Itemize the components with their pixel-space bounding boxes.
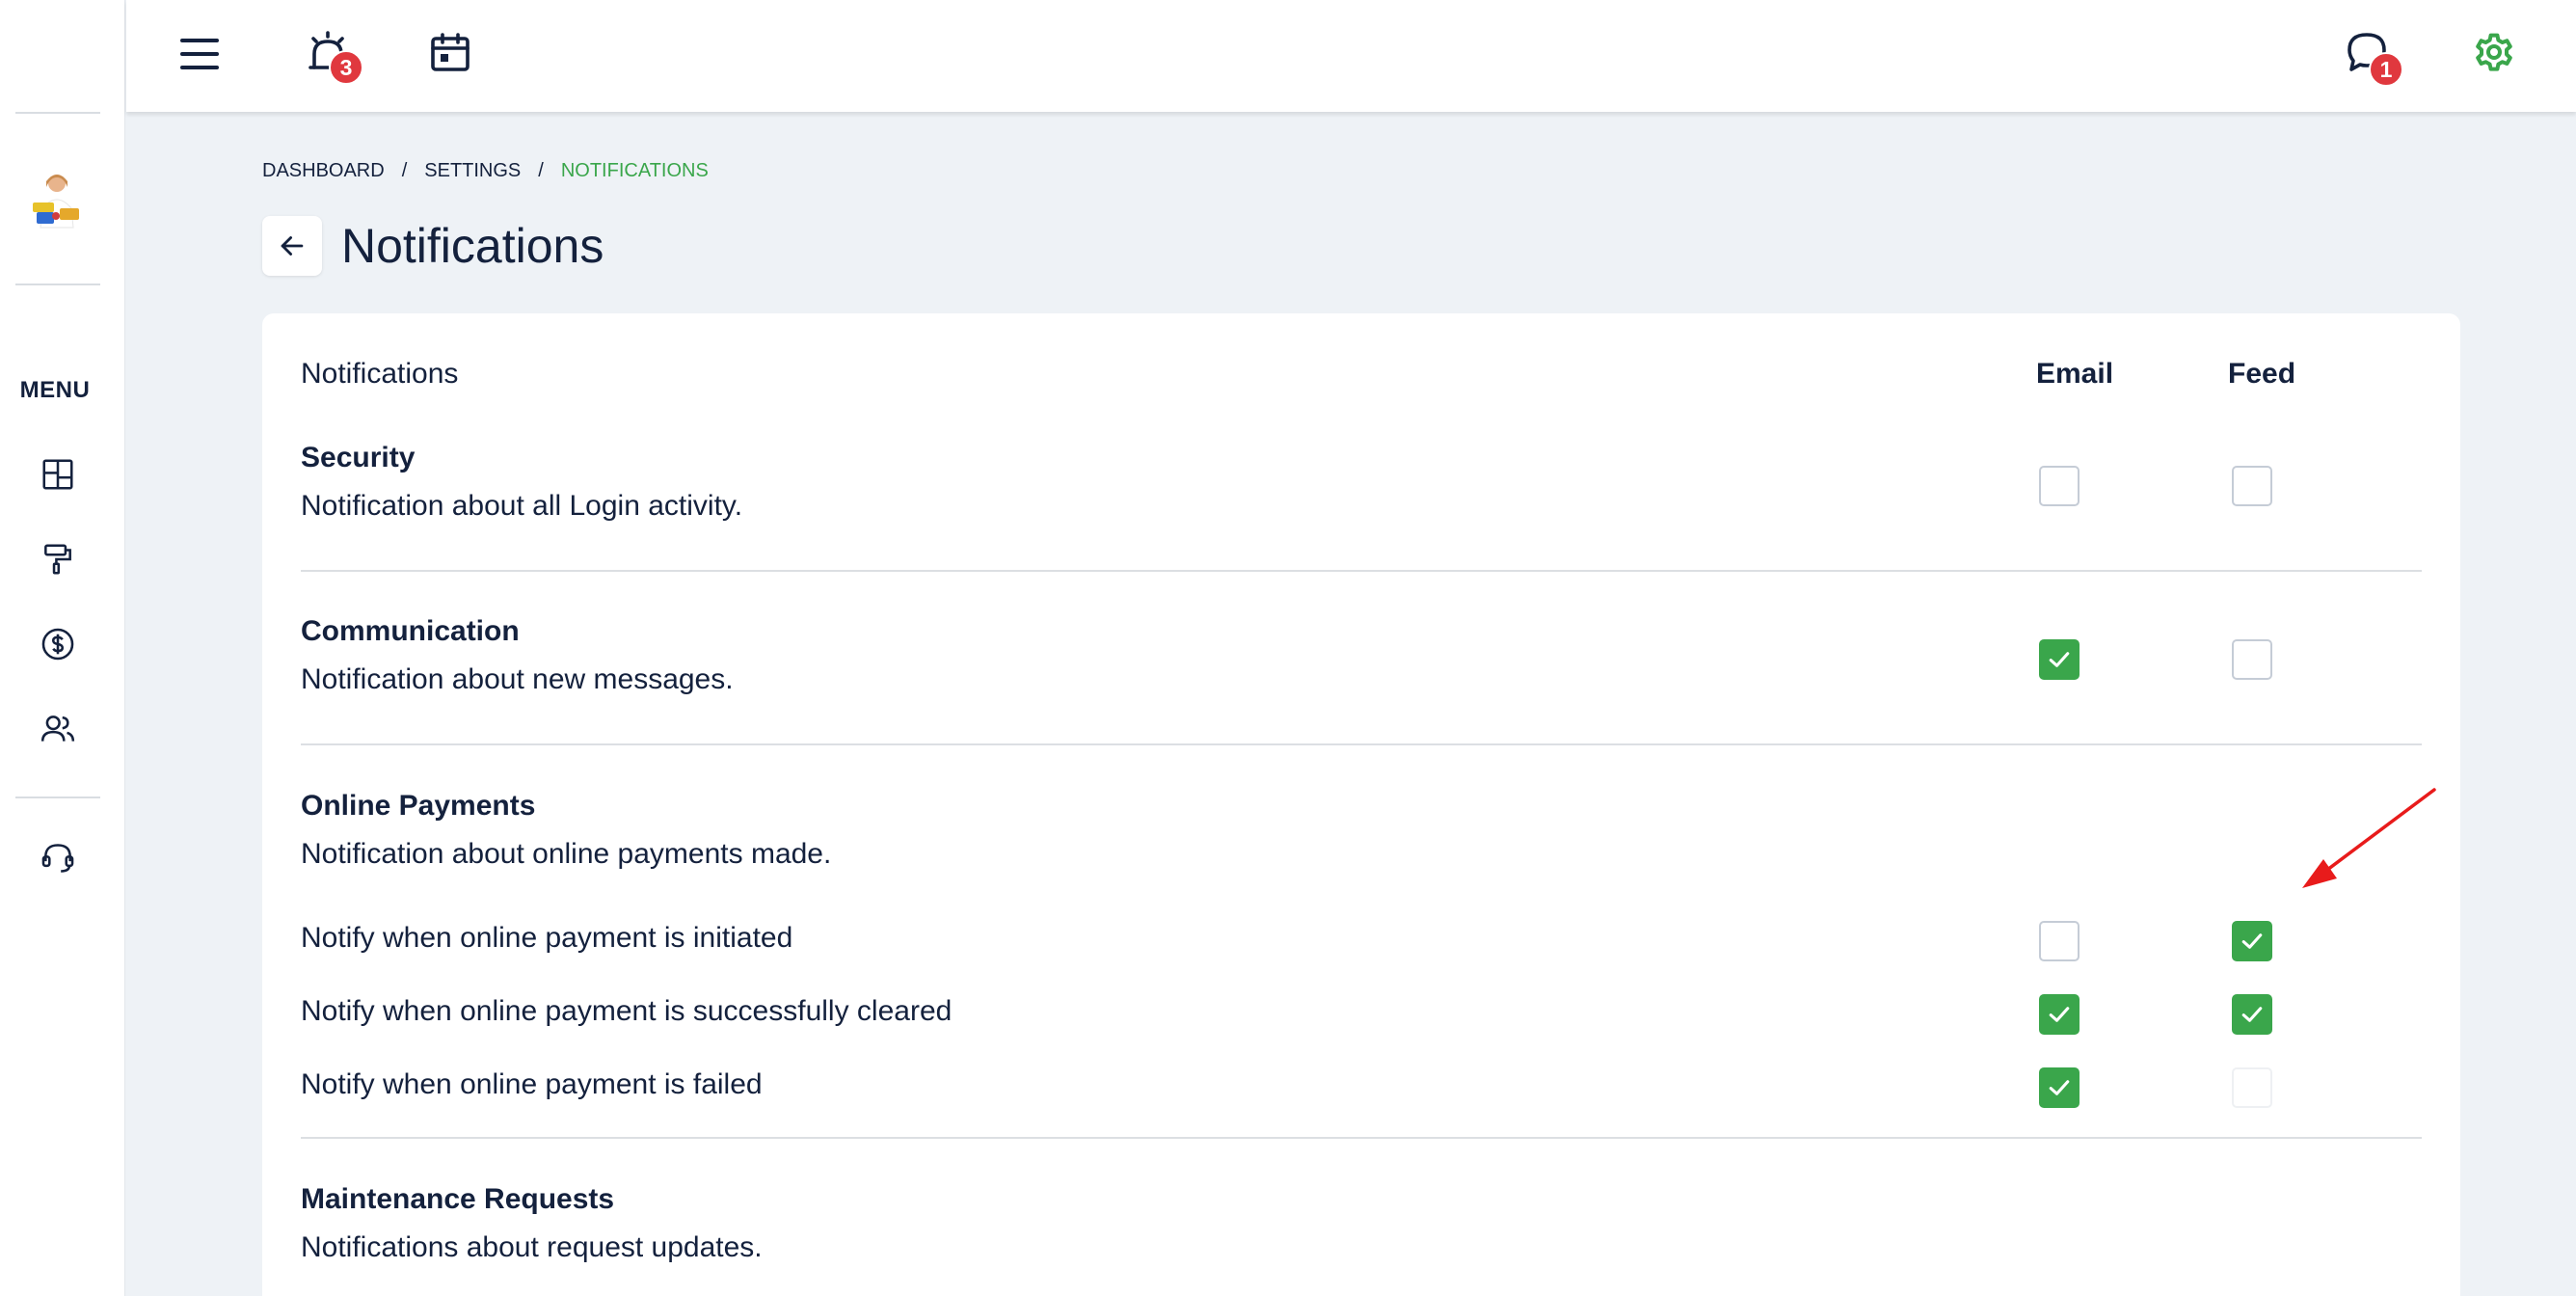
calendar-button[interactable] bbox=[425, 27, 475, 77]
section-desc-security: Notification about all Login activity. bbox=[301, 490, 743, 522]
communication-email-checkbox[interactable] bbox=[2039, 639, 2080, 680]
payment-initiated-feed-checkbox[interactable] bbox=[2232, 921, 2272, 961]
back-button[interactable] bbox=[262, 216, 322, 276]
checkmark-icon bbox=[2049, 1007, 2070, 1022]
section-divider bbox=[301, 1137, 2422, 1139]
sidebar-item-dashboard[interactable] bbox=[37, 453, 79, 496]
sidebar: MENU bbox=[0, 0, 125, 1296]
section-divider bbox=[301, 743, 2422, 745]
payment-cleared-feed-checkbox[interactable] bbox=[2232, 994, 2272, 1035]
messages-button[interactable]: 1 bbox=[2340, 25, 2403, 87]
section-title-security: Security bbox=[301, 442, 416, 473]
menu-label: MENU bbox=[19, 377, 91, 403]
section-desc-online-payments: Notification about online payments made. bbox=[301, 838, 832, 870]
sidebar-item-people[interactable] bbox=[37, 708, 79, 750]
section-title-online-payments: Online Payments bbox=[301, 790, 536, 822]
checkmark-icon bbox=[2049, 652, 2070, 667]
users-icon bbox=[40, 716, 75, 742]
arrow-left-icon bbox=[281, 236, 304, 256]
security-email-checkbox[interactable] bbox=[2039, 466, 2080, 506]
breadcrumb-separator: / bbox=[401, 160, 408, 181]
headset-icon bbox=[41, 844, 74, 873]
section-desc-maintenance-requests: Notifications about request updates. bbox=[301, 1231, 763, 1263]
section-title-communication: Communication bbox=[301, 615, 520, 647]
breadcrumb-settings[interactable]: SETTINGS bbox=[424, 160, 521, 182]
communication-feed-checkbox[interactable] bbox=[2232, 639, 2272, 680]
payment-cleared-email-checkbox[interactable] bbox=[2039, 994, 2080, 1035]
checkmark-icon bbox=[2049, 1080, 2070, 1095]
notifications-card: Notifications Email Feed Security Notifi… bbox=[262, 313, 2460, 1296]
avatar[interactable] bbox=[27, 170, 87, 235]
section-title-maintenance-requests: Maintenance Requests bbox=[301, 1183, 615, 1215]
payment-initiated-email-checkbox[interactable] bbox=[2039, 921, 2080, 961]
settings-button[interactable] bbox=[2469, 27, 2519, 77]
checkmark-icon bbox=[2241, 1007, 2263, 1022]
alerts-button[interactable]: 3 bbox=[300, 25, 363, 85]
row-label-payment-cleared: Notify when online payment is successful… bbox=[301, 995, 953, 1027]
column-header-feed: Feed bbox=[2228, 358, 2296, 390]
sidebar-divider bbox=[15, 284, 100, 285]
page-title: Notifications bbox=[341, 219, 604, 273]
column-header-email: Email bbox=[2036, 358, 2114, 390]
column-header-notifications: Notifications bbox=[301, 358, 459, 390]
payment-failed-email-checkbox[interactable] bbox=[2039, 1067, 2080, 1108]
hamburger-menu-button[interactable] bbox=[174, 29, 225, 79]
section-desc-communication: Notification about new messages. bbox=[301, 663, 734, 695]
checkmark-icon bbox=[2241, 933, 2263, 949]
sidebar-item-maintenance[interactable] bbox=[37, 538, 79, 580]
section-divider bbox=[301, 570, 2422, 572]
hamburger-icon bbox=[180, 39, 219, 69]
sidebar-divider bbox=[15, 796, 100, 798]
alerts-badge: 3 bbox=[329, 50, 363, 85]
dashboard-icon bbox=[42, 459, 73, 490]
top-bar: 3 1 bbox=[126, 0, 2576, 112]
sidebar-divider bbox=[15, 112, 100, 114]
breadcrumb-separator: / bbox=[538, 160, 544, 181]
sidebar-item-payments[interactable] bbox=[37, 623, 79, 665]
row-label-payment-failed: Notify when online payment is failed bbox=[301, 1068, 763, 1100]
row-label-payment-initiated: Notify when online payment is initiated bbox=[301, 922, 793, 954]
calendar-icon bbox=[431, 33, 470, 71]
gear-icon bbox=[2476, 33, 2512, 71]
messages-badge: 1 bbox=[2369, 52, 2403, 87]
security-feed-checkbox[interactable] bbox=[2232, 466, 2272, 506]
breadcrumb-notifications: NOTIFICATIONS bbox=[560, 160, 709, 181]
paint-roller-icon bbox=[44, 544, 71, 575]
breadcrumb: DASHBOARD / SETTINGS / NOTIFICATIONS bbox=[262, 160, 709, 182]
payment-failed-feed-checkbox[interactable] bbox=[2232, 1067, 2272, 1108]
breadcrumb-dashboard[interactable]: DASHBOARD bbox=[262, 160, 385, 182]
sidebar-item-support[interactable] bbox=[37, 837, 79, 879]
dollar-circle-icon bbox=[41, 628, 74, 661]
